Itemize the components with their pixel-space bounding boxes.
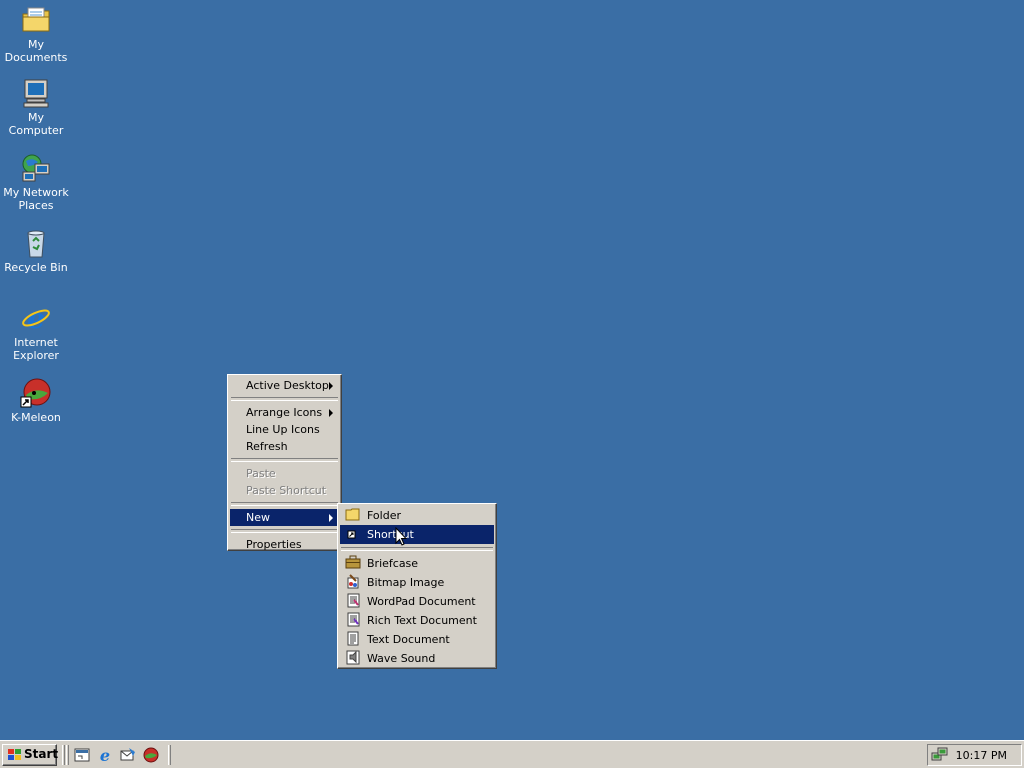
desktop-icon-my-network-places[interactable]: My Network Places [0, 152, 72, 212]
menu-item-line-up-icons[interactable]: Line Up Icons [230, 421, 339, 438]
system-tray: 10:17 PM [927, 744, 1022, 766]
show-desktop-icon[interactable] [73, 746, 91, 764]
menu-item-label: Paste Shortcut [246, 484, 327, 497]
menu-item-label: Arrange Icons [246, 406, 323, 419]
desktop-icon-recycle-bin[interactable]: Recycle Bin [0, 227, 72, 274]
shortcut-icon [345, 526, 361, 541]
clock[interactable]: 10:17 PM [956, 749, 1007, 762]
menu-separator [341, 547, 493, 551]
menu-item-active-desktop[interactable]: Active Desktop [230, 377, 339, 394]
submenu-arrow-icon [329, 382, 333, 390]
submenu-item-folder[interactable]: Folder [340, 506, 494, 525]
menu-item-properties[interactable]: Properties [230, 536, 339, 553]
submenu-item-shortcut[interactable]: Shortcut [340, 525, 494, 544]
menu-item-label: Refresh [246, 440, 288, 453]
desktop-icon-my-computer[interactable]: My Computer [0, 77, 72, 137]
desktop-icon-my-documents[interactable]: My Documents [0, 4, 72, 64]
submenu-arrow-icon [329, 409, 333, 417]
menu-item-label: Folder [367, 509, 401, 522]
desktop-icon-k-meleon[interactable]: K-Meleon [0, 377, 72, 424]
menu-item-label: Bitmap Image [367, 576, 445, 589]
menu-item-paste-shortcut: Paste Shortcut [230, 482, 339, 499]
desktop-icon-label: My Computer [8, 111, 64, 137]
desktop-icon-label-line1: My Network [3, 186, 69, 199]
menu-item-label: Properties [246, 538, 302, 551]
menu-separator [231, 397, 338, 401]
briefcase-icon [345, 555, 361, 570]
submenu-item-wave-sound[interactable]: Wave Sound [340, 649, 494, 668]
menu-item-label: Briefcase [367, 557, 419, 570]
desktop-icon-label-line2: Places [18, 199, 54, 212]
desktop-context-menu: Active Desktop Arrange Icons Line Up Ico… [227, 374, 342, 551]
desktop-icon-internet-explorer[interactable]: e Internet Explorer [0, 302, 72, 362]
menu-item-arrange-icons[interactable]: Arrange Icons [230, 404, 339, 421]
menu-item-refresh[interactable]: Refresh [230, 438, 339, 455]
desktop-icon-label: Recycle Bin [4, 261, 68, 274]
menu-item-label: Wave Sound [367, 652, 436, 665]
menu-item-label: Rich Text Document [367, 614, 477, 627]
desktop-icon-label: My Documents [4, 38, 68, 64]
menu-separator [231, 529, 338, 533]
submenu-item-text-document[interactable]: Text Document [340, 630, 494, 649]
windows-logo-icon [7, 748, 22, 762]
submenu-item-rich-text-document[interactable]: Rich Text Document [340, 611, 494, 630]
toolbar-grip[interactable] [62, 745, 65, 765]
internet-explorer-icon[interactable]: e [96, 746, 114, 765]
menu-item-paste: Paste [230, 465, 339, 482]
bitmap-image-icon [345, 574, 361, 589]
folder-documents-icon [20, 4, 52, 36]
menu-item-label: Text Document [367, 633, 450, 646]
rich-text-document-icon [345, 612, 361, 627]
k-meleon-icon [20, 377, 52, 409]
menu-item-new[interactable]: New [230, 509, 339, 526]
internet-explorer-icon: e [20, 302, 52, 335]
outlook-express-icon[interactable] [119, 746, 137, 764]
recycle-bin-icon [20, 227, 52, 259]
wordpad-document-icon [345, 593, 361, 608]
start-button-label: Start [24, 747, 59, 761]
submenu-item-briefcase[interactable]: Briefcase [340, 554, 494, 573]
menu-item-label: Line Up Icons [246, 423, 320, 436]
k-meleon-icon[interactable] [142, 746, 160, 764]
menu-item-label: Active Desktop [246, 379, 329, 392]
network-places-icon [20, 152, 52, 184]
taskbar: Start e 10:17 PM [0, 740, 1024, 768]
svg-text:e: e [27, 302, 45, 334]
text-document-icon [345, 631, 361, 646]
svg-text:e: e [100, 746, 110, 764]
menu-item-label: WordPad Document [367, 595, 476, 608]
toolbar-grip[interactable] [168, 745, 171, 765]
toolbar-grip[interactable] [66, 745, 69, 765]
start-button[interactable]: Start [2, 744, 59, 766]
desktop-icon-label-line2: Explorer [13, 349, 59, 362]
wave-sound-icon [345, 650, 361, 665]
menu-separator [231, 458, 338, 462]
desktop[interactable]: My Documents My Computer My Network Plac… [0, 0, 1024, 740]
menu-separator [231, 502, 338, 506]
desktop-icon-label: K-Meleon [11, 411, 61, 424]
submenu-arrow-icon [329, 514, 333, 522]
desktop-icon-label-line1: Internet [14, 336, 58, 349]
new-submenu: Folder Shortcut Briefcase Bitmap Image W… [337, 503, 497, 669]
mouse-cursor-icon [395, 526, 408, 547]
folder-icon [345, 507, 361, 522]
menu-item-label: New [246, 511, 270, 524]
menu-item-label: Paste [246, 467, 276, 480]
submenu-item-wordpad-document[interactable]: WordPad Document [340, 592, 494, 611]
network-connection-icon[interactable] [931, 747, 949, 763]
computer-icon [20, 77, 52, 109]
submenu-item-bitmap-image[interactable]: Bitmap Image [340, 573, 494, 592]
